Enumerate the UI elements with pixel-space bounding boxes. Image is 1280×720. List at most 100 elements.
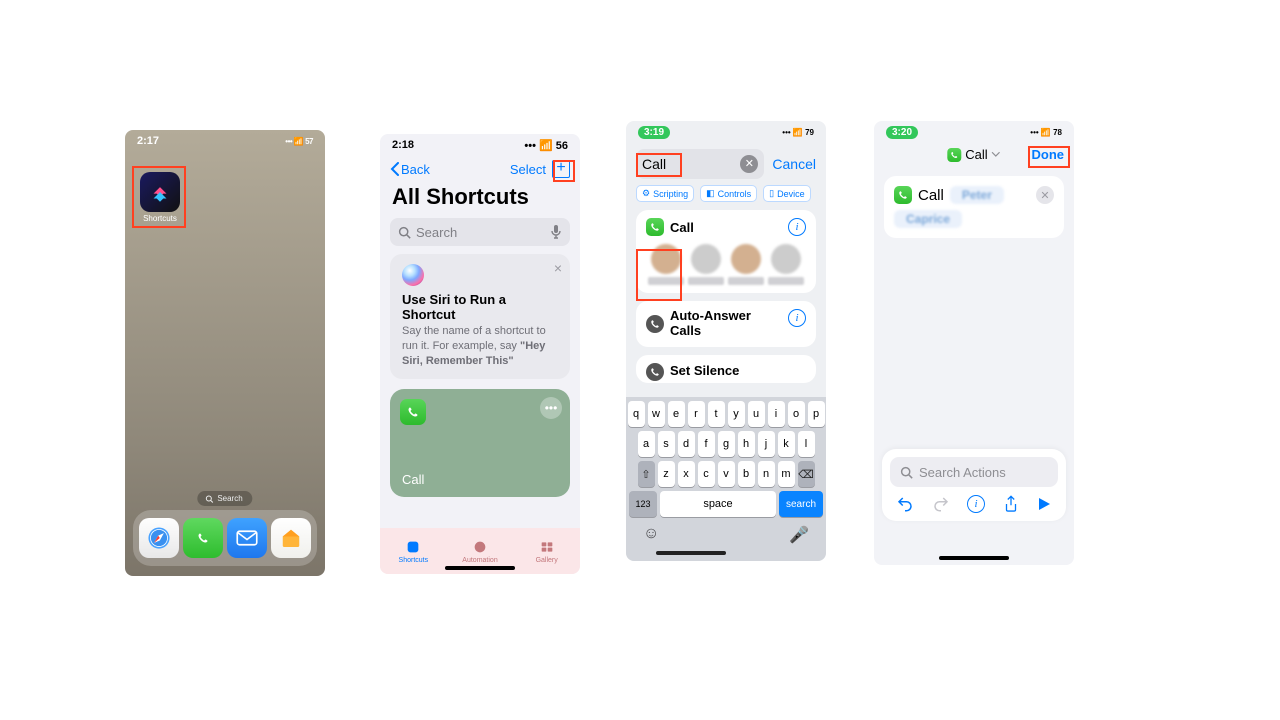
key-u[interactable]: u <box>748 401 765 427</box>
search-input[interactable]: Call ✕ <box>636 149 764 179</box>
redo-button[interactable] <box>932 495 950 513</box>
status-time: 2:18 <box>392 139 414 151</box>
phone-icon <box>646 218 664 236</box>
phone-icon <box>947 148 961 162</box>
share-button[interactable] <box>1003 495 1019 513</box>
key-t[interactable]: t <box>708 401 725 427</box>
contact-suggestion[interactable] <box>768 244 804 285</box>
contact-token[interactable]: Caprice <box>894 210 962 228</box>
key-j[interactable]: j <box>758 431 775 457</box>
search-key[interactable]: search <box>779 491 823 517</box>
contact-token[interactable]: Peter <box>950 186 1004 204</box>
spotlight-search[interactable]: Search <box>197 491 252 506</box>
phone-icon <box>400 399 426 425</box>
more-icon[interactable]: ••• <box>540 397 562 419</box>
home-indicator <box>445 566 515 570</box>
shift-key[interactable]: ⇧ <box>638 461 655 487</box>
key-n[interactable]: n <box>758 461 775 487</box>
key-e[interactable]: e <box>668 401 685 427</box>
key-b[interactable]: b <box>738 461 755 487</box>
chip-controls[interactable]: ◧ Controls <box>700 185 757 202</box>
nav-bar: Call Done <box>874 143 1074 166</box>
phone-icon <box>894 186 912 204</box>
status-indicators: ••• 📶 57 <box>285 137 313 146</box>
add-button[interactable]: + <box>552 160 570 178</box>
dock-home[interactable] <box>271 518 311 558</box>
phone-settings-icon <box>646 315 664 333</box>
result-set-silence[interactable]: Set Silence <box>636 355 816 383</box>
dock-mail[interactable] <box>227 518 267 558</box>
dictate-key[interactable]: 🎤 <box>789 525 809 545</box>
chip-scripting[interactable]: ⚙ Scripting <box>636 185 694 202</box>
key-s[interactable]: s <box>658 431 675 457</box>
page-title: All Shortcuts <box>380 182 580 212</box>
key-l[interactable]: l <box>798 431 815 457</box>
key-q[interactable]: q <box>628 401 645 427</box>
key-h[interactable]: h <box>738 431 755 457</box>
close-icon[interactable]: × <box>554 260 562 276</box>
nav-bar: Back Select + <box>380 156 580 182</box>
remove-action-icon[interactable]: ✕ <box>1036 186 1054 204</box>
result-auto-answer[interactable]: Auto-Answer Calls i <box>636 301 816 347</box>
result-call[interactable]: Call i <box>636 210 816 293</box>
key-k[interactable]: k <box>778 431 795 457</box>
status-time: 2:17 <box>137 135 159 147</box>
backspace-key[interactable]: ⌫ <box>798 461 815 487</box>
run-button[interactable] <box>1036 496 1052 512</box>
undo-button[interactable] <box>896 495 914 513</box>
contact-suggestion[interactable] <box>728 244 764 285</box>
screenshot-home: 2:17 ••• 📶 57 Shortcuts Search <box>125 130 325 576</box>
emoji-key[interactable]: ☺ <box>643 525 659 545</box>
tab-shortcuts[interactable]: Shortcuts <box>380 528 447 574</box>
key-y[interactable]: y <box>728 401 745 427</box>
shortcut-card-call[interactable]: ••• Call <box>390 389 570 497</box>
key-o[interactable]: o <box>788 401 805 427</box>
done-button[interactable]: Done <box>1032 147 1065 162</box>
keyboard[interactable]: qwertyuiop asdfghjkl ⇧ zxcvbnm ⌫ 123 spa… <box>626 397 826 561</box>
key-d[interactable]: d <box>678 431 695 457</box>
dock-safari[interactable] <box>139 518 179 558</box>
key-a[interactable]: a <box>638 431 655 457</box>
key-g[interactable]: g <box>718 431 735 457</box>
key-m[interactable]: m <box>778 461 795 487</box>
chip-device[interactable]: ▯ Device <box>763 185 810 202</box>
key-f[interactable]: f <box>698 431 715 457</box>
siri-tip-card: × Use Siri to Run a Shortcut Say the nam… <box>390 254 570 379</box>
status-indicators: ••• 📶 56 <box>524 139 568 152</box>
info-icon[interactable]: i <box>788 218 806 236</box>
search-input[interactable]: Search <box>390 218 570 246</box>
screenshot-all-shortcuts: 2:18 ••• 📶 56 Back Select + All Shortcut… <box>380 134 580 574</box>
key-p[interactable]: p <box>808 401 825 427</box>
action-call[interactable]: Call Peter ✕ Caprice <box>884 176 1064 238</box>
select-button[interactable]: Select <box>510 162 546 177</box>
status-bar: 2:18 ••• 📶 56 <box>380 134 580 156</box>
home-indicator <box>939 556 1009 560</box>
contact-suggestion[interactable] <box>688 244 724 285</box>
info-icon[interactable]: i <box>788 309 806 327</box>
key-w[interactable]: w <box>648 401 665 427</box>
search-actions-input[interactable]: Search Actions <box>890 457 1058 487</box>
back-button[interactable]: Back <box>390 162 430 177</box>
status-time: 3:19 <box>638 126 670 139</box>
key-c[interactable]: c <box>698 461 715 487</box>
space-key[interactable]: space <box>660 491 776 517</box>
cancel-button[interactable]: Cancel <box>772 156 816 172</box>
clear-icon[interactable]: ✕ <box>740 155 758 173</box>
numbers-key[interactable]: 123 <box>629 491 657 517</box>
key-i[interactable]: i <box>768 401 785 427</box>
status-indicators: ••• 📶 78 <box>1030 128 1062 137</box>
status-bar: 2:17 ••• 📶 57 <box>125 130 325 152</box>
key-v[interactable]: v <box>718 461 735 487</box>
key-z[interactable]: z <box>658 461 675 487</box>
key-r[interactable]: r <box>688 401 705 427</box>
editor-bottom-bar: Search Actions i <box>882 449 1066 521</box>
dock-phone[interactable] <box>183 518 223 558</box>
shortcut-title[interactable]: Call <box>947 147 1000 162</box>
app-shortcuts[interactable]: Shortcuts <box>137 172 183 223</box>
key-x[interactable]: x <box>678 461 695 487</box>
contact-suggestion[interactable] <box>648 244 684 285</box>
phone-settings-icon <box>646 363 664 381</box>
tab-gallery[interactable]: Gallery <box>513 528 580 574</box>
dictate-icon[interactable] <box>550 224 562 240</box>
info-button[interactable]: i <box>967 495 985 513</box>
